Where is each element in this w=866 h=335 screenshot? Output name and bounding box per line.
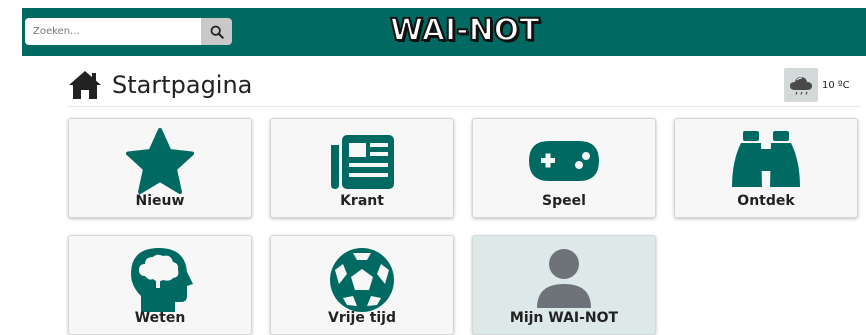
page-title: Startpagina [112,71,253,99]
soccer-ball-icon [330,248,394,312]
gamepad-icon [529,141,599,181]
tile-label: Speel [542,193,586,209]
tile-krant[interactable]: Krant [270,118,454,218]
tile-weten[interactable]: Weten [68,235,252,335]
tile-label: Ontdek [737,193,795,209]
site-logo[interactable]: WAI-NOT [389,12,541,49]
search-bar [25,18,232,45]
binoculars-icon [732,131,800,187]
tile-label: Weten [134,310,186,326]
search-icon [210,25,224,39]
title-row: Startpagina 10 ºC [68,68,860,107]
user-icon [537,249,591,308]
top-header: WAI-NOT [22,8,866,56]
search-input[interactable] [25,18,201,45]
tile-vrije-tijd[interactable]: Vrije tijd [270,235,454,335]
tile-mijn-wai-not[interactable]: Mijn WAI-NOT [472,235,656,335]
tile-label: Vrije tijd [327,310,397,326]
tile-label: Krant [340,193,384,209]
tile-label: Mijn WAI-NOT [509,310,619,326]
weather-temperature: 10 ºC [822,79,850,91]
tile-nieuw[interactable]: Nieuw [68,118,252,218]
brain-head-icon [131,248,193,312]
weather-icon-box [784,68,818,102]
newspaper-icon [331,135,394,189]
weather-widget: 10 ºC [784,68,850,102]
tile-label: Nieuw [135,193,185,209]
tile-ontdek[interactable]: Ontdek [674,118,858,218]
home-icon[interactable] [68,70,102,100]
search-button[interactable] [201,18,232,45]
cloud-rain-icon [790,77,812,95]
star-icon [126,128,194,194]
tile-speel[interactable]: Speel [472,118,656,218]
